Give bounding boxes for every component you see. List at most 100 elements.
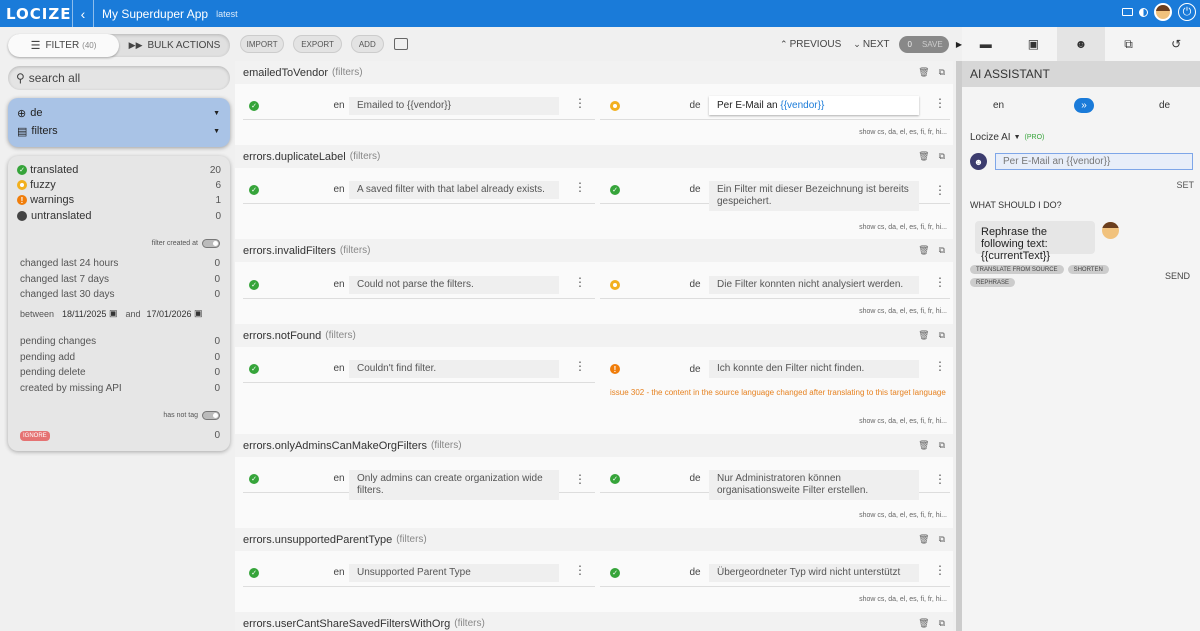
more-vert-icon[interactable]: ⋮ xyxy=(574,473,586,485)
copy-icon[interactable]: ⧉ xyxy=(939,534,945,545)
ai-model-select[interactable]: Locize AI ▼ (PRO) xyxy=(970,132,1044,143)
show-other-languages[interactable]: show cs, da, el, es, fi, fr, hi... xyxy=(859,129,947,136)
ignore-badge[interactable]: IGNORE xyxy=(20,430,50,441)
previous-button[interactable]: ⌃ PREVIOUS xyxy=(780,39,841,50)
language-select[interactable]: ⊕ de ▼ xyxy=(8,104,230,122)
changed-count: 0 xyxy=(214,274,220,285)
more-vert-icon[interactable]: ⋮ xyxy=(574,97,586,109)
stat-untranslated[interactable]: untranslated 0 xyxy=(17,210,221,222)
comments-icon[interactable]: ▬ xyxy=(962,27,1010,61)
more-vert-icon[interactable]: ⋮ xyxy=(934,360,946,372)
key-name[interactable]: errors.unsupportedParentType xyxy=(243,534,392,546)
more-vert-icon[interactable]: ⋮ xyxy=(934,184,946,196)
delete-icon[interactable]: 🗑 xyxy=(918,534,929,545)
stat-fuzzy[interactable]: fuzzy 6 xyxy=(17,179,221,191)
key-name[interactable]: errors.duplicateLabel xyxy=(243,151,346,163)
next-button[interactable]: ⌄ NEXT xyxy=(853,39,889,50)
set-button[interactable]: SET xyxy=(1176,180,1194,190)
show-other-languages[interactable]: show cs, da, el, es, fi, fr, hi... xyxy=(859,308,947,315)
more-vert-icon[interactable]: ⋮ xyxy=(574,276,586,288)
delete-icon[interactable]: 🗑 xyxy=(918,618,929,629)
changed-30d[interactable]: changed last 30 days 0 xyxy=(20,289,220,300)
copy-icon[interactable]: ⧉ xyxy=(939,618,945,629)
more-vert-icon[interactable]: ⋮ xyxy=(574,181,586,193)
search-input[interactable]: ⚲ search all xyxy=(8,66,230,90)
key-name[interactable]: errors.userCantShareSavedFiltersWithOrg xyxy=(243,618,450,630)
show-other-languages[interactable]: show cs, da, el, es, fi, fr, hi... xyxy=(859,512,947,519)
copy-icon[interactable]: ⧉ xyxy=(939,245,945,256)
key-name[interactable]: errors.invalidFilters xyxy=(243,245,336,257)
user-avatar[interactable] xyxy=(1154,3,1172,21)
delete-icon[interactable]: 🗑 xyxy=(918,330,929,341)
target-text[interactable]: Die Filter konnten nicht analysiert werd… xyxy=(709,276,919,294)
delete-icon[interactable]: 🗑 xyxy=(918,151,929,162)
robot-tab-icon[interactable]: ☻ xyxy=(1057,27,1105,61)
theme-toggle-icon[interactable] xyxy=(1139,7,1148,17)
prompt-bubble[interactable]: Rephrase the following text: {{currentTe… xyxy=(975,221,1095,262)
swap-direction-icon[interactable]: » xyxy=(1074,97,1094,113)
stat-translated[interactable]: ✓ translated 20 xyxy=(17,164,221,176)
translate-icon[interactable]: ⧉ xyxy=(1105,27,1153,61)
save-button[interactable]: 0 SAVE xyxy=(899,35,949,53)
created-by-missing-api[interactable]: created by missing API 0 xyxy=(20,383,220,394)
date-from-input[interactable]: 18/11/2025 ▣ xyxy=(62,308,117,319)
namespace-select[interactable]: ▤ filters ▼ xyxy=(8,122,230,140)
filter-tab[interactable]: ☰ FILTER (40) xyxy=(8,34,119,57)
add-button[interactable]: ADD xyxy=(350,35,384,53)
target-text[interactable]: Nur Administratoren können organisations… xyxy=(709,470,919,500)
search-icon: ⚲ xyxy=(16,71,25,85)
export-button[interactable]: EXPORT xyxy=(293,35,342,53)
filter-created-at-row: filter created at xyxy=(20,239,220,248)
show-other-languages[interactable]: show cs, da, el, es, fi, fr, hi... xyxy=(859,224,947,231)
target-text[interactable]: Ich konnte den Filter nicht finden. xyxy=(709,360,919,378)
filter-created-at-toggle[interactable] xyxy=(202,239,220,248)
ai-result-field[interactable]: Per E-Mail an {{vendor}} xyxy=(995,153,1193,170)
back-arrow-icon[interactable]: ‹ xyxy=(72,0,94,27)
pending-changes[interactable]: pending changes 0 xyxy=(20,336,220,347)
show-other-languages[interactable]: show cs, da, el, es, fi, fr, hi... xyxy=(859,596,947,603)
pending-add[interactable]: pending add 0 xyxy=(20,352,220,363)
more-vert-icon[interactable]: ⋮ xyxy=(934,97,946,109)
keyboard-shortcuts-icon[interactable] xyxy=(393,38,409,50)
rephrase-chip[interactable]: REPHRASE xyxy=(970,278,1016,287)
screenshot-icon[interactable]: ▣ xyxy=(1010,27,1058,61)
has-not-tag-toggle[interactable] xyxy=(202,411,220,420)
target-text[interactable]: Übergeordneter Typ wird nicht unterstütz… xyxy=(709,564,919,582)
shorten-chip[interactable]: SHORTEN xyxy=(1067,265,1109,274)
copy-icon[interactable]: ⧉ xyxy=(939,67,945,78)
key-name[interactable]: errors.onlyAdminsCanMakeOrgFilters xyxy=(243,440,427,452)
stat-label: translated xyxy=(30,164,79,176)
more-vert-icon[interactable]: ⋮ xyxy=(934,276,946,288)
delete-icon[interactable]: 🗑 xyxy=(918,67,929,78)
show-other-languages[interactable]: show cs, da, el, es, fi, fr, hi... xyxy=(859,418,947,425)
language-namespace-selector: ⊕ de ▼ ▤ filters ▼ xyxy=(8,98,230,147)
more-vert-icon[interactable]: ⋮ xyxy=(934,473,946,485)
stat-warnings[interactable]: ! warnings 1 xyxy=(17,194,221,206)
pending-delete[interactable]: pending delete 0 xyxy=(20,367,220,378)
send-button[interactable]: SEND xyxy=(1165,271,1190,281)
check-icon: ✓ xyxy=(610,473,620,484)
key-name[interactable]: errors.notFound xyxy=(243,330,321,342)
keyboard-icon[interactable] xyxy=(1122,8,1133,16)
date-to-input[interactable]: 17/01/2026 ▣ xyxy=(146,308,202,319)
locize-logo[interactable]: LOCIZE xyxy=(0,5,72,23)
copy-icon[interactable]: ⧉ xyxy=(939,440,945,451)
pending-label: pending changes xyxy=(20,336,97,347)
more-vert-icon[interactable]: ⋮ xyxy=(574,564,586,576)
changed-7d[interactable]: changed last 7 days 0 xyxy=(20,274,220,285)
key-name[interactable]: emailedToVendor xyxy=(243,67,328,79)
changed-24h[interactable]: changed last 24 hours 0 xyxy=(20,258,220,269)
history-icon[interactable]: ↺ xyxy=(1152,27,1200,61)
bulk-actions-tab[interactable]: ▶▶ BULK ACTIONS xyxy=(119,34,230,57)
more-vert-icon[interactable]: ⋮ xyxy=(934,564,946,576)
delete-icon[interactable]: 🗑 xyxy=(918,440,929,451)
copy-icon[interactable]: ⧉ xyxy=(939,330,945,341)
import-button[interactable]: IMPORT xyxy=(240,35,285,53)
target-text-input[interactable]: Per E-Mail an {{vendor}} xyxy=(709,96,919,115)
copy-icon[interactable]: ⧉ xyxy=(939,151,945,162)
power-icon[interactable]: ⏻ xyxy=(1178,3,1196,21)
delete-icon[interactable]: 🗑 xyxy=(918,245,929,256)
target-text[interactable]: Ein Filter mit dieser Bezeichnung ist be… xyxy=(709,181,919,211)
translate-from-source-chip[interactable]: TRANSLATE FROM SOURCE xyxy=(970,265,1064,274)
more-vert-icon[interactable]: ⋮ xyxy=(574,360,586,372)
